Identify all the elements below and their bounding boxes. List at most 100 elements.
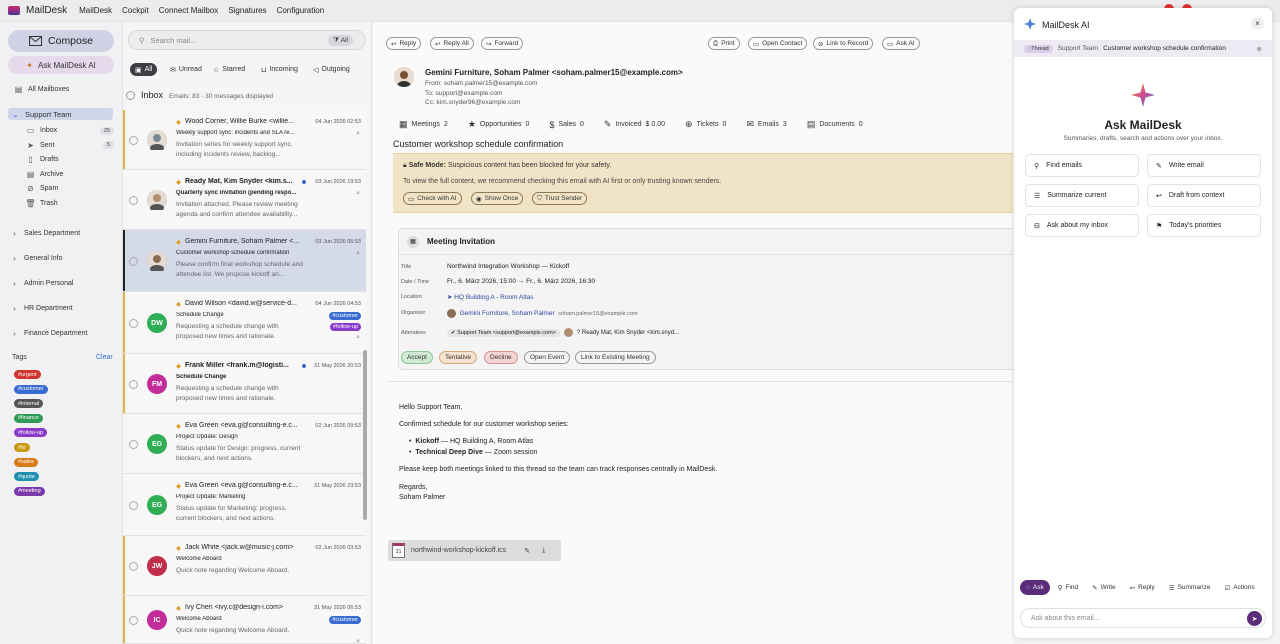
folder-1[interactable]: ➤ Sent 5: [26, 141, 114, 150]
filter-starred[interactable]: ☆ Starred: [208, 63, 250, 76]
tag-chip[interactable]: #internal: [14, 399, 44, 409]
stat-sales[interactable]: $ Sales 0: [549, 120, 583, 130]
folder-4[interactable]: ⊘ Spam: [26, 184, 114, 193]
priority-icon[interactable]: ◆: [176, 482, 181, 490]
department-1[interactable]: › General Info: [10, 254, 62, 263]
message-row[interactable]: IC ◆ Ivy Chen <ivy.c@design-i.com> 31 May 2…: [123, 596, 366, 644]
message-row[interactable]: EG ◆ Eva Green <eva.g@consulting-e.c... 02 …: [123, 414, 366, 474]
compose-button[interactable]: Compose: [8, 30, 114, 52]
ai-mode-summarize[interactable]: ☰ Summarize: [1163, 580, 1217, 595]
filter-all[interactable]: ▣ All: [130, 63, 158, 76]
ai-input[interactable]: Ask about this email... ➤: [1020, 608, 1266, 628]
close-icon[interactable]: ×: [1251, 17, 1264, 30]
tag-chip[interactable]: #finance: [14, 413, 43, 423]
link-existing-meeting-button[interactable]: Link to Existing Meeting: [575, 351, 656, 364]
ai-mode-write[interactable]: ✎ Write: [1086, 580, 1122, 595]
tag-chip[interactable]: #customer: [14, 384, 48, 394]
stat-meetings[interactable]: ▦ Meetings 2: [399, 119, 448, 130]
all-mailboxes[interactable]: ▤ All Mailboxes: [14, 85, 70, 94]
stat-invoiced[interactable]: ✎ Invoiced $ 0.00: [604, 119, 665, 130]
priority-icon[interactable]: ◆: [176, 544, 181, 552]
menu-signatures[interactable]: Signatures: [228, 6, 266, 15]
ai-action-1[interactable]: ✎ Write email: [1147, 154, 1261, 177]
message-row[interactable]: ◆ Ready Mat, Kim Snyder <kim.s... 03 Jun 2…: [123, 170, 366, 230]
row-tag[interactable]: #customer: [329, 312, 361, 320]
attachment-ics[interactable]: 31 northwind-workshop-kickoff.ics ✎ ⤓: [388, 540, 561, 561]
row-checkbox[interactable]: [129, 319, 138, 328]
priority-icon[interactable]: ◆: [176, 362, 181, 370]
ai-action-2[interactable]: ☰ Summarize current: [1025, 184, 1139, 207]
ai-action-5[interactable]: ⚑ Today's priorities: [1147, 214, 1261, 237]
menu-cockpit[interactable]: Cockpit: [122, 6, 149, 15]
priority-icon[interactable]: ◆: [176, 300, 181, 308]
message-row[interactable]: JW ◆ Jack White <jack.w@music-j.com> 02 Jun…: [123, 536, 366, 596]
department-0[interactable]: › Sales Department: [10, 229, 80, 238]
print-button[interactable]: ⎙ Print: [708, 37, 740, 50]
open-event-button[interactable]: Open Event: [524, 351, 571, 364]
tag-chip[interactable]: #meeting: [14, 486, 45, 496]
ai-mode-actions[interactable]: ☑ Actions: [1218, 580, 1260, 595]
clear-context-icon[interactable]: ⊗: [1257, 45, 1262, 53]
tag-chip[interactable]: #hr: [14, 443, 30, 452]
row-checkbox[interactable]: [129, 616, 138, 625]
priority-icon[interactable]: ◆: [176, 604, 181, 612]
accept-button[interactable]: Accept: [401, 351, 433, 364]
list-scrollbar[interactable]: [363, 350, 367, 520]
filter-incoming[interactable]: ⊔ Incoming: [256, 63, 303, 76]
tag-chip[interactable]: #urgent: [14, 370, 41, 379]
folder-0[interactable]: ▭ Inbox 25: [26, 126, 114, 135]
meeting-location-value[interactable]: ➤ HQ Building A - Room Atlas: [447, 293, 533, 301]
row-checkbox[interactable]: [129, 380, 138, 389]
tentative-button[interactable]: Tentative: [439, 351, 478, 364]
team-support[interactable]: ⌄ Support Team: [8, 108, 113, 120]
open-contact-button[interactable]: ▭ Open Contact: [748, 37, 808, 50]
ai-action-4[interactable]: ⊟ Ask about my inbox: [1025, 214, 1139, 237]
stat-documents[interactable]: ▤ Documents 0: [807, 119, 863, 130]
message-row[interactable]: ◆ Wood Corner, Willie Burke <willie... 04 …: [123, 110, 366, 170]
tag-chip[interactable]: #follow-up: [14, 428, 48, 438]
clear-tags-link[interactable]: Clear: [96, 354, 113, 361]
check-with-ai-button[interactable]: ▭ Check with AI: [403, 192, 462, 205]
row-checkbox[interactable]: [129, 562, 138, 571]
ai-action-3[interactable]: ↩ Draft from context: [1147, 184, 1261, 207]
message-row[interactable]: FM ◆ Frank Miller <frank.m@logisti... 31 Ma…: [123, 354, 366, 414]
message-row[interactable]: DW ◆ David Wilson <david.w@service-d... 04 …: [123, 292, 366, 354]
show-once-button[interactable]: ◉ Show Once: [471, 192, 524, 205]
menu-connect-mailbox[interactable]: Connect Mailbox: [159, 6, 219, 15]
reply-all-button[interactable]: ↩ Reply All: [430, 37, 474, 50]
row-checkbox[interactable]: [129, 257, 138, 266]
department-2[interactable]: › Admin Personal: [10, 279, 73, 288]
row-tag[interactable]: #customer: [329, 616, 361, 624]
meeting-organizer-value[interactable]: Gemini Furniture, Soham Palmer soham.pal…: [447, 309, 638, 318]
search-filter-button[interactable]: ⧩ All: [328, 35, 353, 46]
stat-emails[interactable]: ✉ Emails 3: [746, 119, 786, 130]
ai-mode-reply[interactable]: ↩ Reply: [1124, 580, 1161, 595]
search-bar[interactable]: ⚲ Search mail... ⧩ All: [128, 30, 366, 50]
folder-5[interactable]: 🗑︎ Trash: [25, 199, 114, 208]
ask-maildesk-ai-button[interactable]: ✦ Ask MailDesk AI: [8, 56, 114, 74]
department-4[interactable]: › Finance Department: [10, 329, 87, 338]
priority-icon[interactable]: ◆: [176, 238, 181, 246]
ai-mode-find[interactable]: ⚲ Find: [1052, 580, 1084, 595]
priority-icon[interactable]: ◆: [176, 118, 181, 126]
ask-ai-button[interactable]: ▭ Ask AI: [882, 37, 920, 50]
stat-opportunities[interactable]: ★ Opportunities 0: [468, 119, 530, 130]
tag-chip[interactable]: #sales: [14, 457, 38, 467]
row-tag[interactable]: #follow-up: [329, 323, 361, 331]
send-icon[interactable]: ➤: [1247, 611, 1262, 626]
link-to-record-button[interactable]: ⊘ Link to Record: [813, 37, 874, 50]
attendee-chip[interactable]: ✔ Support Team <support@example.com>: [447, 328, 560, 337]
ai-action-0[interactable]: ⚲ Find emails: [1025, 154, 1139, 177]
reply-button[interactable]: ↩ Reply: [386, 37, 422, 50]
row-checkbox[interactable]: [129, 440, 138, 449]
filter-unread[interactable]: ✉ Unread: [165, 63, 207, 76]
stat-tickets[interactable]: ⊕ Tickets 0: [685, 119, 726, 130]
tag-chip[interactable]: #quote: [14, 472, 39, 482]
ai-mode-ask[interactable]: ◌ Ask: [1020, 580, 1050, 595]
trust-sender-button[interactable]: ⛉ Trust Sender: [532, 192, 588, 205]
department-3[interactable]: › HR Department: [10, 304, 72, 313]
priority-icon[interactable]: ◆: [176, 178, 181, 186]
download-icon[interactable]: ⤓: [542, 547, 545, 555]
row-checkbox[interactable]: [129, 136, 138, 145]
forward-button[interactable]: ↪ Forward: [481, 37, 524, 50]
